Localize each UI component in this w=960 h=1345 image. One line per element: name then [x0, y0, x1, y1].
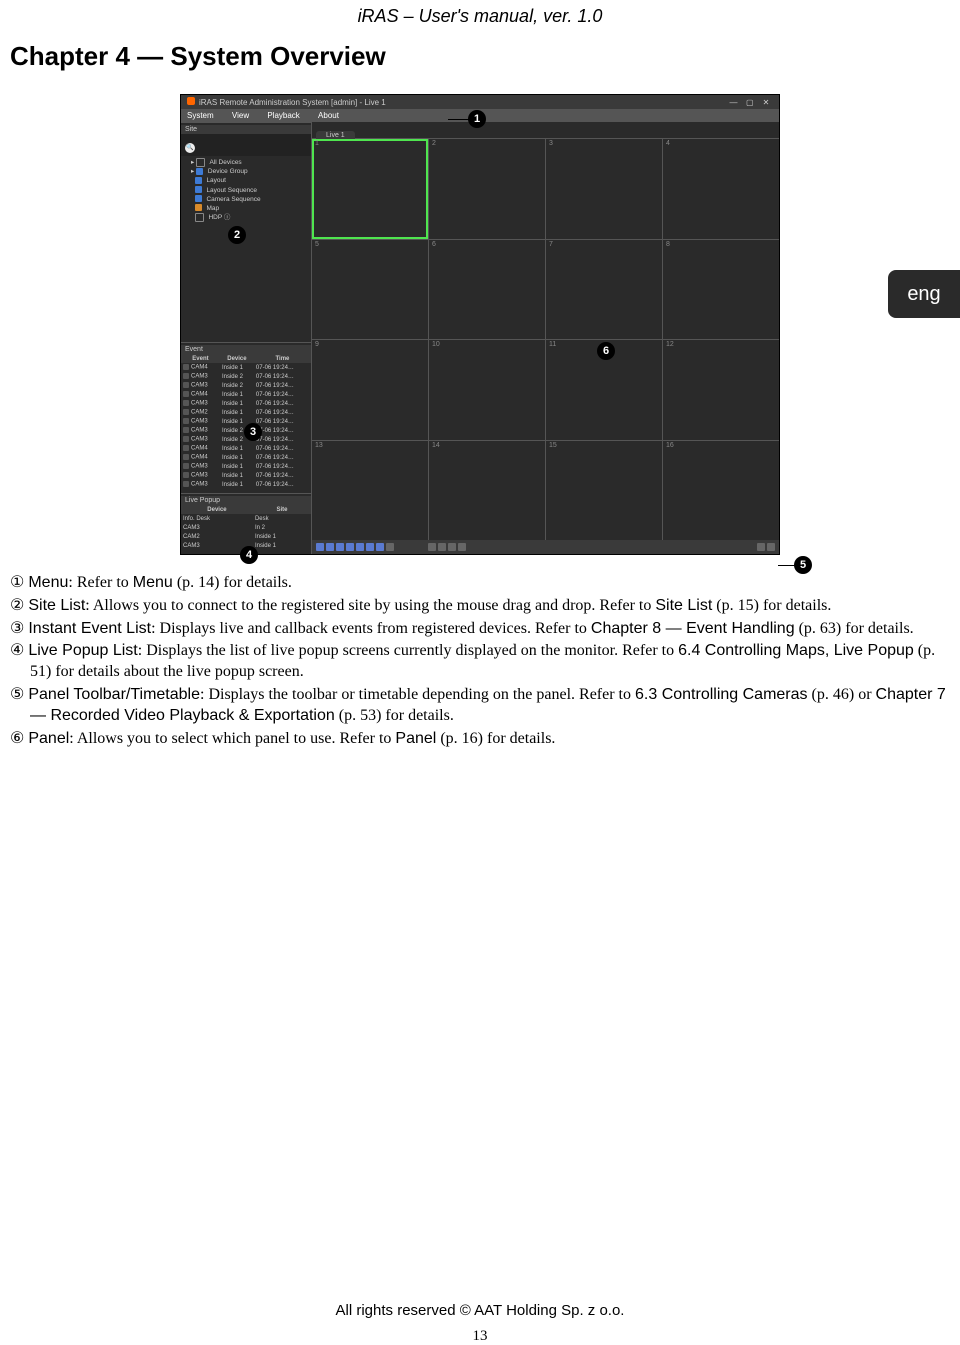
table-row[interactable]: CAM4Inside 107-06 19:24… — [181, 390, 311, 399]
window-controls[interactable]: — ▢ ✕ — [727, 98, 773, 107]
menu-system[interactable]: System — [187, 111, 214, 120]
toolbar-btn[interactable] — [757, 543, 765, 551]
description-item: ④ Live Popup List: Displays the list of … — [10, 641, 950, 683]
table-row[interactable]: CAM4Inside 107-06 19:24… — [181, 444, 311, 453]
video-cell[interactable]: 7 — [546, 240, 662, 340]
screenshot-figure: iRAS Remote Administration System [admin… — [180, 94, 780, 555]
event-table: Event Device Time CAM4Inside 107-06 19:2… — [181, 354, 311, 489]
description-item: ⑥ Panel: Allows you to select which pane… — [10, 729, 950, 750]
callout-3: 3 — [244, 423, 262, 441]
menu-view[interactable]: View — [232, 111, 249, 120]
callout-2: 2 — [228, 226, 246, 244]
callout-1: 1 — [468, 110, 486, 128]
table-row[interactable]: CAM2Inside 107-06 19:24… — [181, 408, 311, 417]
table-row[interactable]: CAM4Inside 107-06 19:24… — [181, 363, 311, 372]
video-cell[interactable]: 6 — [429, 240, 545, 340]
video-cell[interactable]: 1 — [312, 139, 428, 239]
video-cell[interactable]: 5 — [312, 240, 428, 340]
maximize-icon[interactable]: ▢ — [743, 98, 757, 107]
video-cell[interactable]: 10 — [429, 340, 545, 440]
main-area: Live 1 12345678910111213141516 — [312, 122, 779, 554]
callout-5: 5 — [794, 556, 812, 574]
titlebar: iRAS Remote Administration System [admin… — [181, 95, 779, 109]
toolbar-btn[interactable] — [386, 543, 394, 551]
callout-4: 4 — [240, 546, 258, 564]
footer-copyright: All rights reserved © AAT Holding Sp. z … — [0, 1302, 960, 1319]
page-header: iRAS – User's manual, ver. 1.0 — [10, 0, 950, 27]
menu-about[interactable]: About — [318, 111, 339, 120]
table-row[interactable]: CAM3Inside 207-06 19:24… — [181, 381, 311, 390]
app-icon — [187, 97, 195, 105]
video-cell[interactable]: 12 — [663, 340, 779, 440]
toolbar-btn[interactable] — [366, 543, 374, 551]
toolbar-btn[interactable] — [346, 543, 354, 551]
chapter-title: Chapter 4 — System Overview — [10, 41, 950, 72]
event-panel: Event Event Device Time CAM4Inside 107-0… — [181, 342, 311, 493]
table-row[interactable]: CAM3Inside 107-06 19:24… — [181, 471, 311, 480]
toolbar-btn[interactable] — [316, 543, 324, 551]
event-col-event: Event — [181, 354, 220, 363]
panel-toolbar[interactable] — [312, 540, 779, 554]
video-cell[interactable]: 2 — [429, 139, 545, 239]
description-item: ② Site List: Allows you to connect to th… — [10, 596, 950, 617]
toolbar-btn[interactable] — [767, 543, 775, 551]
site-tree[interactable]: ▸ All Devices ▸ Device Group Layout Layo… — [181, 156, 311, 228]
table-row[interactable]: CAM3Inside 107-06 19:24… — [181, 399, 311, 408]
toolbar-btn[interactable] — [448, 543, 456, 551]
toolbar-btn[interactable] — [458, 543, 466, 551]
table-row[interactable]: CAM3In 2 — [181, 523, 311, 532]
event-panel-title: Event — [181, 345, 311, 354]
description-item: ③ Instant Event List: Displays live and … — [10, 619, 950, 640]
close-icon[interactable]: ✕ — [759, 98, 773, 107]
site-panel: Site 🔍 ▸ All Devices ▸ Device Group Layo… — [181, 122, 311, 342]
site-panel-title: Site — [181, 125, 311, 134]
panel-tabs[interactable]: Live 1 — [312, 122, 779, 139]
toolbar-btn[interactable] — [376, 543, 384, 551]
video-cell[interactable]: 16 — [663, 441, 779, 541]
callout-6: 6 — [597, 342, 615, 360]
table-row[interactable]: CAM4Inside 107-06 19:24… — [181, 453, 311, 462]
event-col-device: Device — [220, 354, 254, 363]
video-cell[interactable]: 3 — [546, 139, 662, 239]
video-cell[interactable]: 8 — [663, 240, 779, 340]
live-popup-table: Device Site Info. DeskDeskCAM3In 2CAM2In… — [181, 505, 311, 550]
table-row[interactable]: Info. DeskDesk — [181, 514, 311, 523]
table-row[interactable]: CAM3Inside 107-06 19:24… — [181, 462, 311, 471]
language-tab: eng — [888, 270, 960, 318]
callout-descriptions: ① Menu: Refer to Menu (p. 14) for detail… — [10, 573, 950, 749]
video-cell[interactable]: 13 — [312, 441, 428, 541]
app-window: iRAS Remote Administration System [admin… — [180, 94, 780, 555]
description-item: ① Menu: Refer to Menu (p. 14) for detail… — [10, 573, 950, 594]
table-row[interactable]: CAM3Inside 207-06 19:24… — [181, 372, 311, 381]
live-popup-panel: Live Popup Device Site Info. DeskDeskCAM… — [181, 493, 311, 554]
window-title: iRAS Remote Administration System [admin… — [199, 98, 386, 107]
toolbar-btn[interactable] — [356, 543, 364, 551]
minimize-icon[interactable]: — — [727, 98, 741, 107]
video-cell[interactable]: 15 — [546, 441, 662, 541]
toolbar-btn[interactable] — [326, 543, 334, 551]
toolbar-btn[interactable] — [438, 543, 446, 551]
toolbar-btn[interactable] — [428, 543, 436, 551]
event-col-time: Time — [254, 354, 311, 363]
sidebar: Site 🔍 ▸ All Devices ▸ Device Group Layo… — [181, 122, 312, 554]
table-row[interactable]: CAM3Inside 107-06 19:24… — [181, 480, 311, 489]
video-cell[interactable]: 14 — [429, 441, 545, 541]
page-number: 13 — [0, 1328, 960, 1345]
table-row[interactable]: CAM2Inside 1 — [181, 532, 311, 541]
menu-playback[interactable]: Playback — [267, 111, 299, 120]
site-search[interactable]: 🔍 — [181, 134, 311, 156]
video-cell[interactable]: 9 — [312, 340, 428, 440]
search-icon[interactable]: 🔍 — [185, 143, 195, 153]
description-item: ⑤ Panel Toolbar/Timetable: Displays the … — [10, 685, 950, 727]
live-popup-title: Live Popup — [181, 496, 311, 505]
toolbar-btn[interactable] — [336, 543, 344, 551]
video-grid[interactable]: 12345678910111213141516 — [312, 139, 779, 540]
video-cell[interactable]: 4 — [663, 139, 779, 239]
